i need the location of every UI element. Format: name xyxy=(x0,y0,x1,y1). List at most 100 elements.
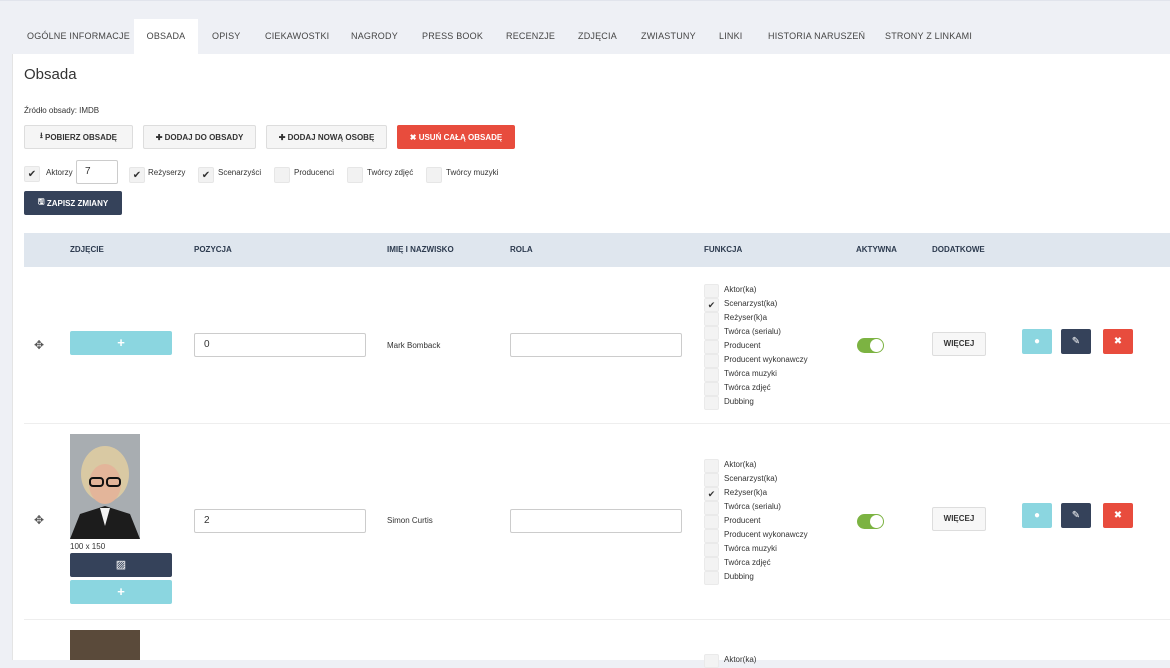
function-checkbox[interactable] xyxy=(704,459,719,473)
function-checkbox[interactable] xyxy=(704,557,719,571)
function-label: Twórca (serialu) xyxy=(724,327,781,336)
function-label: Dubbing xyxy=(724,397,754,406)
function-label: Aktor(ka) xyxy=(724,285,757,294)
add-photo-button[interactable]: + xyxy=(70,331,172,355)
tab-label: NAGRODY xyxy=(351,31,398,41)
tab-violation-history[interactable]: HISTORIA NARUSZEŃ xyxy=(768,23,865,55)
function-checkbox[interactable] xyxy=(704,571,719,585)
actors-checkbox[interactable]: ✔ xyxy=(24,166,40,182)
producers-label: Producenci xyxy=(294,168,335,177)
function-checkbox[interactable] xyxy=(704,529,719,543)
function-checkbox[interactable] xyxy=(704,382,719,396)
delete-button[interactable]: ✖ xyxy=(1103,503,1133,528)
user-icon: ● xyxy=(1033,510,1041,521)
tab-trailers[interactable]: ZWIASTUNY xyxy=(641,23,696,55)
function-checkbox[interactable] xyxy=(704,501,719,515)
drag-handle-icon[interactable]: ✥ xyxy=(34,513,44,527)
save-changes-button[interactable]: 🖫 ZAPISZ ZMIANY xyxy=(24,191,122,215)
remove-all-cast-button[interactable]: ✖ USUŃ CAŁĄ OBSADĘ xyxy=(397,125,515,149)
more-button[interactable]: WIĘCEJ xyxy=(932,332,986,356)
tab-links[interactable]: LINKI xyxy=(719,23,743,55)
cast-source: Źródło obsady: IMDB xyxy=(24,106,100,115)
function-label: Twórca zdjęć xyxy=(724,558,771,567)
page-title: Obsada xyxy=(24,66,77,83)
function-checkbox[interactable] xyxy=(704,284,719,298)
directors-checkbox[interactable]: ✔ xyxy=(129,167,145,183)
actors-count-input[interactable]: 7 xyxy=(76,160,118,184)
role-input[interactable] xyxy=(510,509,682,533)
position-input[interactable]: 0 xyxy=(194,333,366,357)
button-label: DODAJ NOWĄ OSOBĘ xyxy=(287,132,375,142)
composers-checkbox[interactable] xyxy=(426,167,442,183)
writers-checkbox[interactable]: ✔ xyxy=(198,167,214,183)
save-icon: 🖫 xyxy=(37,197,47,206)
active-toggle[interactable] xyxy=(857,514,884,529)
tab-bar: OGÓLNE INFORMACJE OBSADA OPISY CIEKAWOST… xyxy=(0,0,1170,64)
row-divider xyxy=(24,619,1170,620)
add-photo-button[interactable]: + xyxy=(70,580,172,604)
producers-checkbox[interactable] xyxy=(274,167,290,183)
function-label: Twórca zdjęć xyxy=(724,383,771,392)
tab-descriptions[interactable]: OPISY xyxy=(212,23,241,55)
function-checkbox[interactable] xyxy=(704,340,719,354)
tab-label: RECENZJE xyxy=(506,31,556,41)
plus-icon: + xyxy=(117,335,125,350)
function-checkbox[interactable] xyxy=(704,543,719,557)
button-label: USUŃ CAŁĄ OBSADĘ xyxy=(418,132,503,142)
change-photo-button[interactable]: ▨ xyxy=(70,553,172,577)
person-button[interactable]: ● xyxy=(1022,329,1052,354)
function-checkbox[interactable] xyxy=(704,654,719,668)
cinematographers-checkbox[interactable] xyxy=(347,167,363,183)
tab-reviews[interactable]: RECENZJE xyxy=(506,23,555,55)
tab-awards[interactable]: NAGRODY xyxy=(351,23,398,55)
tab-trivia[interactable]: CIEKAWOSTKI xyxy=(265,23,329,55)
close-icon: ✖ xyxy=(409,132,419,142)
header-photo: ZDJĘCIE xyxy=(70,245,104,254)
tab-general-info[interactable]: OGÓLNE INFORMACJE xyxy=(27,23,130,55)
add-new-person-button[interactable]: ✚ DODAJ NOWĄ OSOBĘ xyxy=(266,125,387,149)
function-label: Producent xyxy=(724,516,761,525)
drag-handle-icon[interactable]: ✥ xyxy=(34,338,44,352)
more-button[interactable]: WIĘCEJ xyxy=(932,507,986,531)
header-extra: DODATKOWE xyxy=(932,245,985,254)
function-checkbox[interactable] xyxy=(704,473,719,487)
edit-button[interactable]: ✎ xyxy=(1061,503,1091,528)
tab-cast[interactable]: OBSADA xyxy=(134,19,198,64)
tab-label: ZDJĘCIA xyxy=(578,31,617,41)
tab-press-book[interactable]: PRESS BOOK xyxy=(422,23,483,55)
function-checkbox[interactable]: ✔ xyxy=(704,298,719,312)
role-input[interactable] xyxy=(510,333,682,357)
header-active: AKTYWNA xyxy=(856,245,897,254)
function-checkbox[interactable] xyxy=(704,368,719,382)
function-label: Producent wykonawczy xyxy=(724,530,808,539)
function-label: Twórca muzyki xyxy=(724,369,777,378)
active-toggle[interactable] xyxy=(857,338,884,353)
tab-photos[interactable]: ZDJĘCIA xyxy=(578,23,617,55)
function-label: Reżyser(k)a xyxy=(724,488,768,497)
portrait-image xyxy=(70,434,140,539)
person-button[interactable]: ● xyxy=(1022,503,1052,528)
function-checkbox[interactable] xyxy=(704,515,719,529)
function-checkbox[interactable] xyxy=(704,396,719,410)
directors-label: Reżyserzy xyxy=(148,168,186,177)
button-label: POBIERZ OBSADĘ xyxy=(45,132,118,142)
row-divider xyxy=(24,423,1170,424)
function-checkbox[interactable] xyxy=(704,354,719,368)
tab-linking-pages[interactable]: STRONY Z LINKAMI xyxy=(885,23,972,55)
photo-size-caption: 100 x 150 xyxy=(70,542,106,551)
fetch-cast-button[interactable]: ⭳ POBIERZ OBSADĘ xyxy=(24,125,133,149)
tab-label: LINKI xyxy=(719,31,743,41)
delete-button[interactable]: ✖ xyxy=(1103,329,1133,354)
function-checkbox[interactable] xyxy=(704,312,719,326)
tab-label: HISTORIA NARUSZEŃ xyxy=(768,31,866,41)
edit-button[interactable]: ✎ xyxy=(1061,329,1091,354)
function-label: Twórca muzyki xyxy=(724,544,777,553)
position-input[interactable]: 2 xyxy=(194,509,366,533)
function-checkbox[interactable] xyxy=(704,326,719,340)
function-checkbox[interactable]: ✔ xyxy=(704,487,719,501)
actors-label: Aktorzy xyxy=(46,168,73,177)
function-label: Aktor(ka) xyxy=(724,460,757,469)
tab-label: ZWIASTUNY xyxy=(641,31,696,41)
add-to-cast-button[interactable]: ✚ DODAJ DO OBSADY xyxy=(143,125,256,149)
writers-label: Scenarzyści xyxy=(218,168,262,177)
